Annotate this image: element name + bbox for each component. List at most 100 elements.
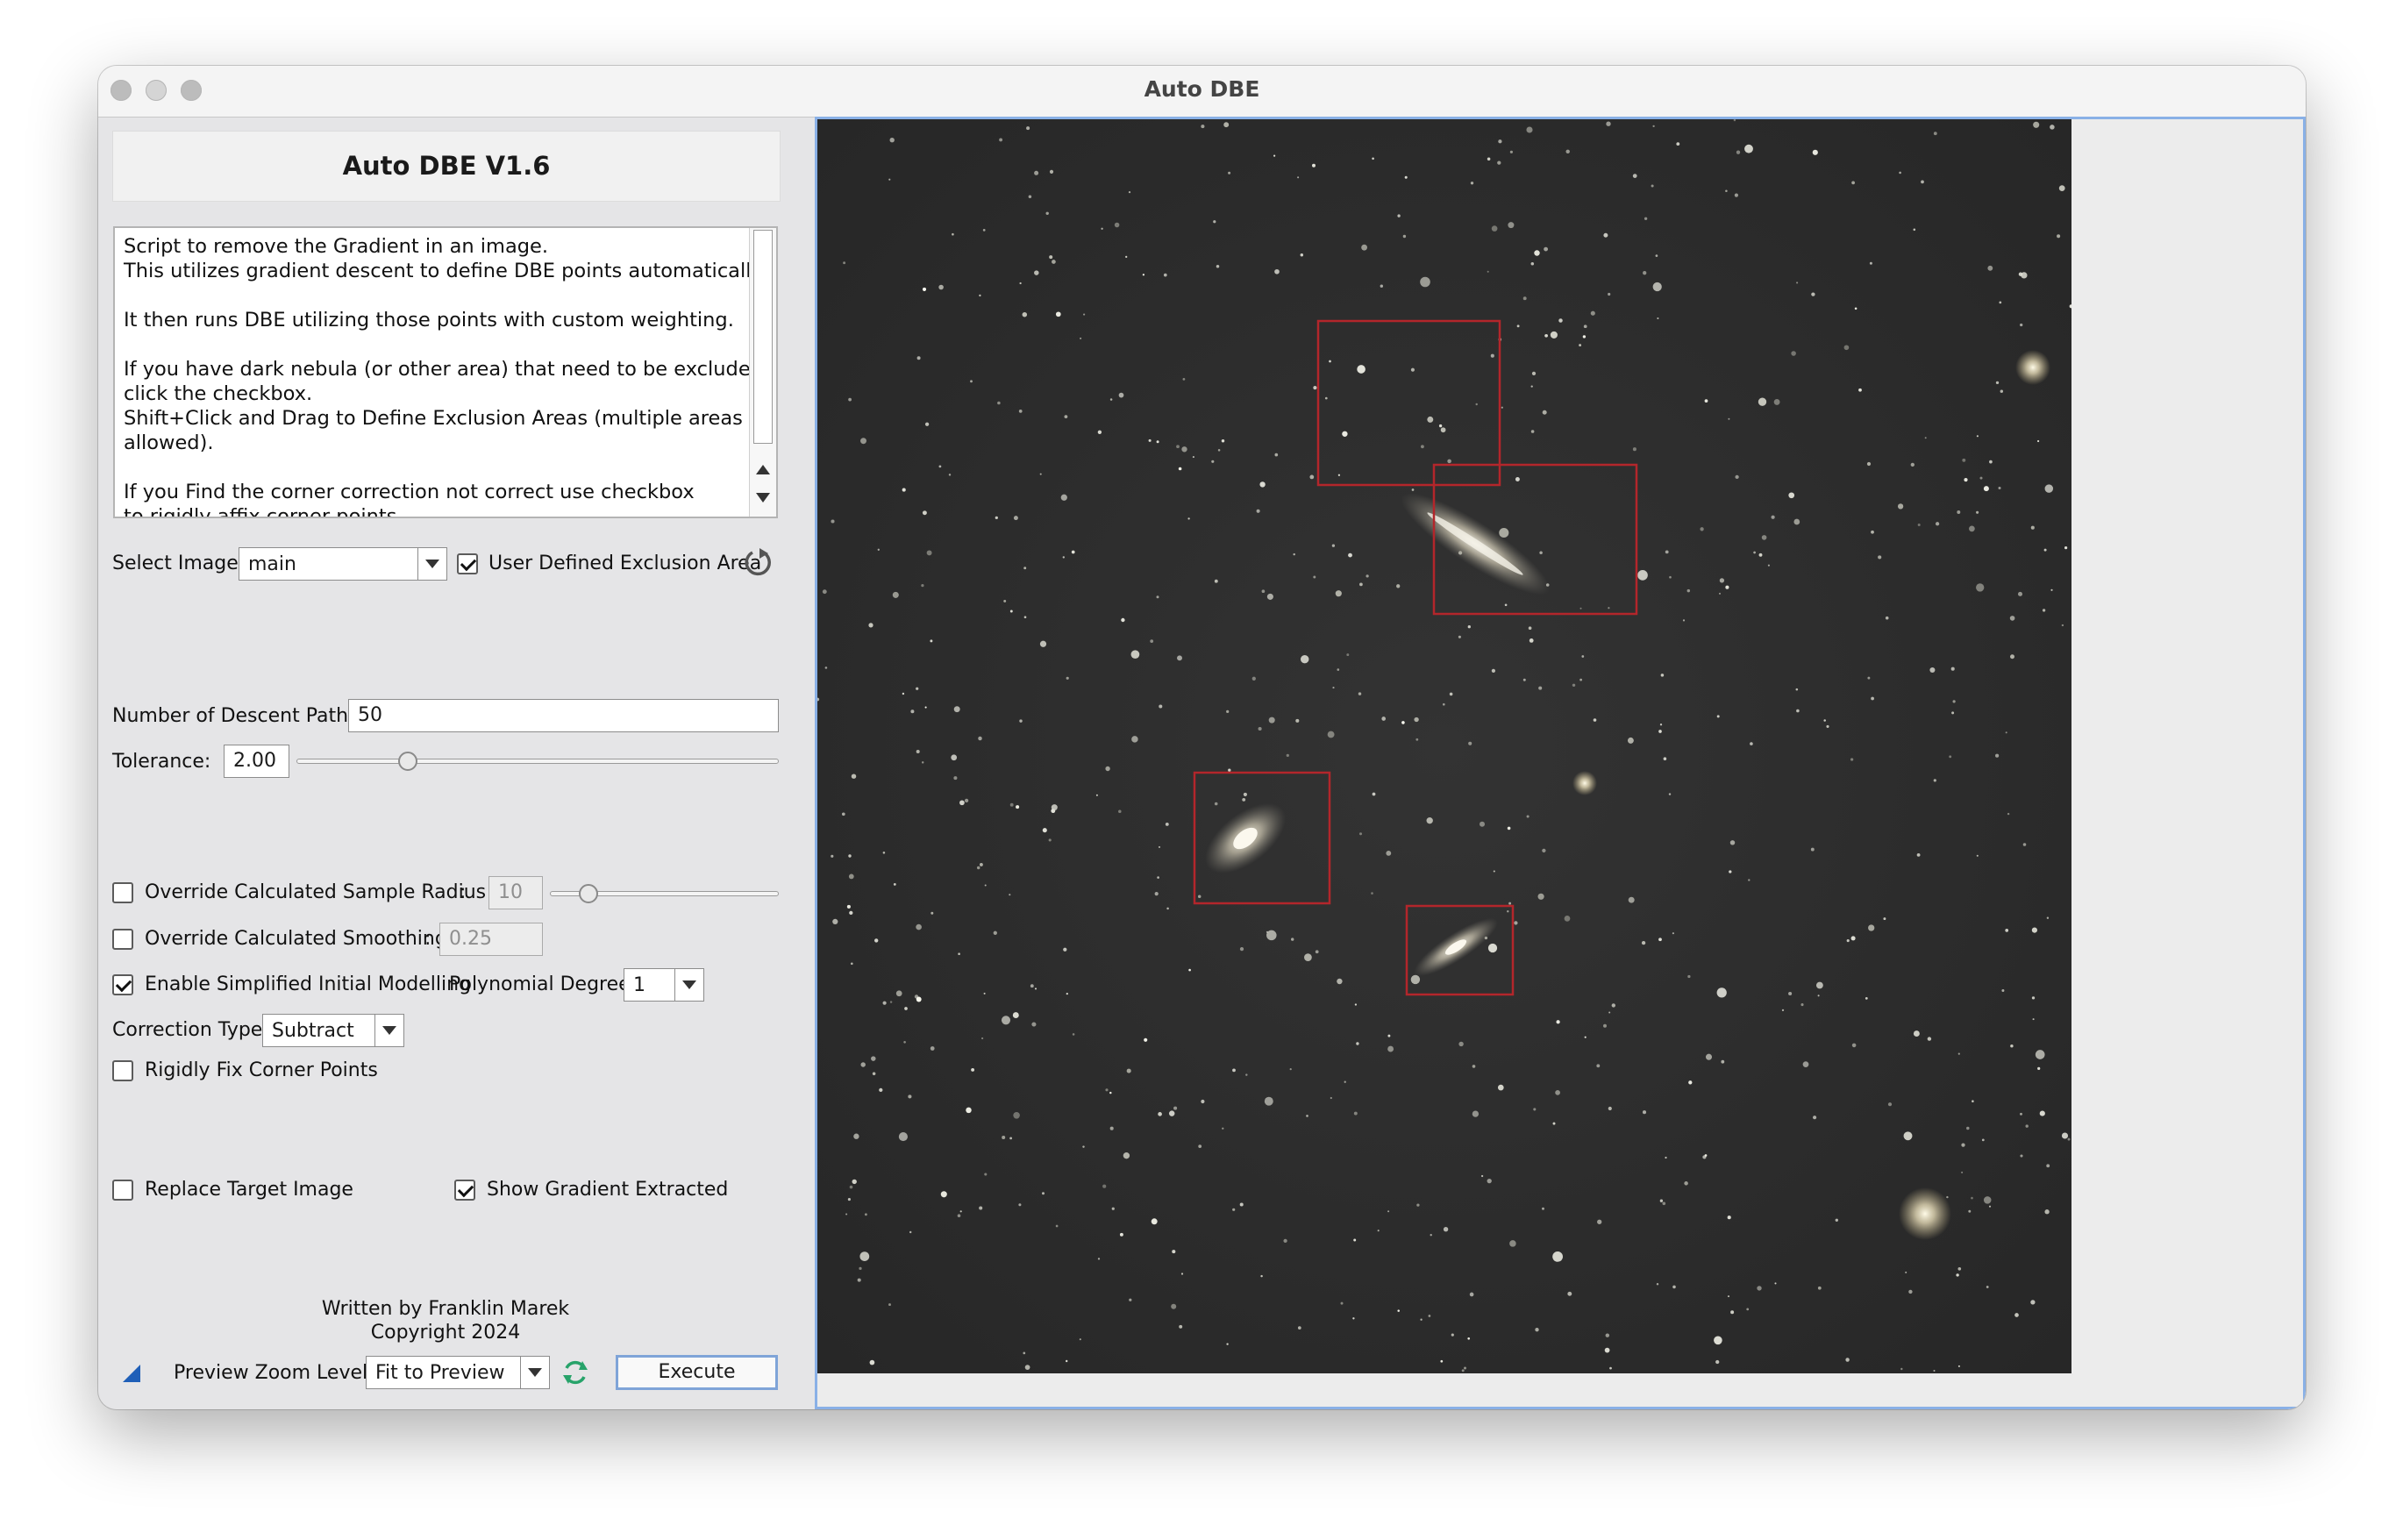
star xyxy=(1796,282,1799,284)
star xyxy=(1579,344,1582,347)
descent-paths-input[interactable]: 50 xyxy=(348,699,779,732)
override-smoothing-colon: : xyxy=(424,928,431,950)
tolerance-input[interactable]: 2.00 xyxy=(224,745,289,778)
correction-type-combo[interactable]: Subtract xyxy=(262,1014,404,1047)
star xyxy=(1079,1338,1081,1341)
scroll-up-arrow-icon[interactable] xyxy=(756,465,770,474)
refresh-icon[interactable] xyxy=(560,1358,590,1387)
override-radius-slider-handle[interactable] xyxy=(579,884,599,903)
star xyxy=(916,749,920,754)
star xyxy=(1530,430,1535,433)
star xyxy=(1887,1102,1893,1107)
star xyxy=(1179,1324,1183,1329)
zoom-combo[interactable]: Fit to Preview xyxy=(366,1356,550,1389)
star xyxy=(1976,510,1979,514)
star xyxy=(1826,724,1829,728)
tolerance-slider-track[interactable] xyxy=(296,759,779,764)
star xyxy=(1274,453,1279,457)
star xyxy=(1023,1351,1026,1355)
star xyxy=(1461,1369,1465,1372)
star xyxy=(2033,121,2040,128)
override-radius-checkbox[interactable] xyxy=(112,882,133,903)
star xyxy=(1843,345,1850,351)
star xyxy=(1908,1289,1913,1294)
new-instance-icon[interactable] xyxy=(123,1364,142,1383)
star xyxy=(1329,360,1331,363)
polynomial-degree-combo[interactable]: 1 xyxy=(624,968,704,1002)
star xyxy=(1774,1282,1777,1285)
star xyxy=(1865,997,1868,1000)
star xyxy=(872,1072,876,1076)
star xyxy=(1632,174,1637,178)
star xyxy=(1402,234,1407,239)
star xyxy=(1335,590,1342,597)
star xyxy=(1850,936,1856,941)
star xyxy=(1019,282,1022,285)
star xyxy=(984,1173,988,1176)
star xyxy=(848,873,854,880)
description-scrollbar[interactable] xyxy=(749,228,776,517)
star xyxy=(1182,378,1186,381)
image-preview[interactable] xyxy=(815,117,2306,1409)
star xyxy=(1018,1203,1022,1207)
star xyxy=(1951,711,1955,715)
star xyxy=(850,962,853,966)
star xyxy=(1750,742,1753,745)
star xyxy=(1753,551,1756,554)
exclusion-area-label: User Defined Exclusion Area xyxy=(488,553,762,574)
description-textbox[interactable]: Script to remove the Gradient in an imag… xyxy=(113,226,778,518)
override-radius-colon: : xyxy=(460,881,467,903)
exclusion-area-checkbox[interactable] xyxy=(457,553,478,574)
star xyxy=(971,1067,975,1072)
star xyxy=(2035,1050,2045,1059)
chevron-down-icon[interactable] xyxy=(417,548,446,580)
star xyxy=(1102,1184,1107,1188)
star xyxy=(1447,459,1451,464)
star xyxy=(1223,122,1230,128)
replace-target-checkbox[interactable] xyxy=(112,1180,133,1201)
star xyxy=(1913,228,1916,232)
star xyxy=(2046,916,2050,919)
star xyxy=(2017,591,2023,596)
override-smoothing-checkbox[interactable] xyxy=(112,929,133,950)
star xyxy=(1956,1273,1959,1277)
star xyxy=(1632,447,1636,452)
star xyxy=(1226,709,1230,714)
star xyxy=(1420,1318,1423,1321)
star xyxy=(1166,907,1169,910)
tolerance-slider-handle[interactable] xyxy=(397,752,417,771)
star xyxy=(1168,1110,1175,1116)
star xyxy=(1114,222,1120,228)
chevron-down-icon[interactable] xyxy=(374,1015,403,1046)
star xyxy=(1259,481,1266,488)
star xyxy=(1910,462,1915,467)
star xyxy=(1771,515,1775,519)
preview-image[interactable] xyxy=(817,119,2071,1373)
star xyxy=(2020,323,2023,327)
simplified-modelling-checkbox[interactable] xyxy=(112,974,133,995)
star xyxy=(1989,460,1993,464)
execute-button[interactable]: Execute xyxy=(616,1355,778,1390)
star xyxy=(1034,987,1037,990)
rigid-corners-checkbox[interactable] xyxy=(112,1060,133,1081)
chevron-down-icon[interactable] xyxy=(520,1357,549,1388)
star xyxy=(889,138,895,143)
star xyxy=(831,854,834,858)
show-gradient-checkbox[interactable] xyxy=(454,1180,475,1201)
star xyxy=(1327,731,1335,738)
star xyxy=(1472,1110,1480,1117)
chevron-down-icon[interactable] xyxy=(674,969,703,1001)
select-image-combo[interactable]: main xyxy=(239,547,447,581)
override-smoothing-input[interactable]: 0.25 xyxy=(439,923,543,956)
override-radius-input[interactable]: 10 xyxy=(488,876,543,909)
star xyxy=(1121,617,1125,623)
scroll-down-arrow-icon[interactable] xyxy=(756,493,770,503)
star xyxy=(1851,181,1855,185)
star xyxy=(1542,848,1546,853)
reset-icon[interactable] xyxy=(742,547,774,579)
star xyxy=(1657,317,1659,320)
star xyxy=(1850,758,1854,761)
scrollbar-thumb[interactable] xyxy=(753,230,773,444)
star xyxy=(1795,688,1799,691)
star xyxy=(1420,276,1430,288)
